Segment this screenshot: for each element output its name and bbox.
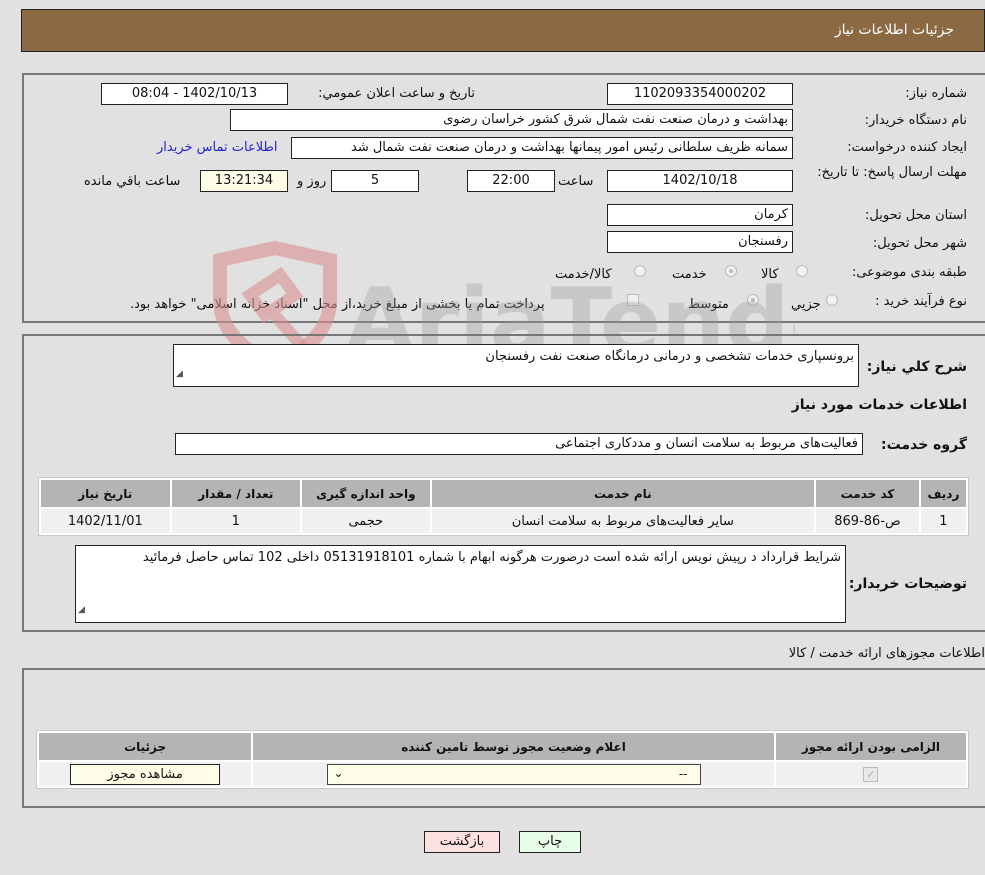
col-unit: واحد اندازه گيری [302,480,430,507]
cell-status: -- ⌄ [253,762,774,786]
category-option-goods-service: کالا/خدمت [555,267,612,282]
cell-name: ساير فعاليت‌های مربوط به سلامت انسان [431,509,815,533]
province-field[interactable]: کرمان [607,204,793,226]
buyer-notes-text: شرایط قرارداد د رپیش نویس ارائه شده است … [142,550,841,565]
buyer-org-field[interactable]: بهداشت و درمان صنعت نفت شمال شرق کشور خر… [230,109,793,131]
permit-status-select[interactable]: -- ⌄ [326,763,701,785]
col-qty: تعداد / مقدار [171,480,301,507]
buyer-org-label: نام دستگاه خريدار: [864,113,967,128]
remaining-time-field: 13:21:34 [200,170,288,192]
need-number-label: شماره نیاز: [905,86,967,101]
announce-datetime-field[interactable]: 1402/10/13 - 08:04 [101,83,288,105]
cell-details: مشاهده مجوز [39,762,252,786]
services-table-header: رديف کد خدمت نام خدمت واحد اندازه گيری ت… [41,480,966,507]
services-table: رديف کد خدمت نام خدمت واحد اندازه گيری ت… [38,477,969,536]
col-status: اعلام وضعيت مجوز توسط تامين کننده [253,733,774,760]
treasury-checkbox[interactable] [627,294,639,306]
service-group-field[interactable]: فعاليت‌های مربوط به سلامت انسان و مددکار… [175,433,863,455]
permits-section-title: اطلاعات مجوزهای ارائه خدمت / کالا [788,646,985,661]
permits-table-header: الزامی بودن ارائه مجوز اعلام وضعيت مجوز … [39,733,966,760]
need-number-field[interactable]: 1102093354000202 [607,83,793,105]
requester-label: ايجاد کننده درخواست: [847,140,967,155]
services-section-title: اطلاعات خدمات مورد نياز [791,397,967,413]
city-label: شهر محل تحويل: [872,236,967,251]
view-permit-button[interactable]: مشاهده مجوز [70,763,221,785]
col-date: تاريخ نياز [41,480,170,507]
description-textarea[interactable]: برونسپاری خدمات تشخصی و درمانی درمانگاه … [173,344,859,387]
cell-required: ✓ [775,762,966,786]
remaining-label: ساعت باقي مانده [84,174,181,189]
deadline-label: مهلت ارسال پاسخ: تا تاريخ: [817,165,967,180]
treasury-note: پرداخت تمام يا بخشی از مبلغ خريد،از محل … [130,297,545,312]
buyer-contact-link[interactable]: اطلاعات تماس خريدار [157,140,277,155]
service-group-label: گروه خدمت: [881,437,967,453]
category-option-service: خدمت [672,267,707,282]
city-field[interactable]: رفسنجان [607,231,793,253]
buyer-notes-textarea[interactable]: شرایط قرارداد د رپیش نویس ارائه شده است … [75,545,846,623]
category-radio-goods-service[interactable] [634,265,646,277]
days-label: روز و [297,174,327,189]
resize-grip-icon[interactable]: ◢ [176,364,183,384]
resize-grip-icon[interactable]: ◢ [78,600,85,620]
page-header: جزئیات اطلاعات نیاز [21,9,985,52]
deadline-time-field[interactable]: 22:00 [467,170,555,192]
print-button[interactable]: چاپ [519,831,581,853]
page-title: جزئیات اطلاعات نیاز [834,22,954,38]
col-code: کد خدمت [816,480,919,507]
cell-qty: 1 [171,509,301,533]
permit-status-value: -- [678,766,688,781]
province-label: استان محل تحويل: [865,208,967,223]
announce-datetime-label: تاریخ و ساعت اعلان عمومي: [318,86,475,101]
purchase-radio-minor[interactable] [826,294,838,306]
required-checkbox: ✓ [863,766,879,782]
table-row: ✓ -- ⌄ مشاهده مجوز [39,762,966,786]
deadline-date-field[interactable]: 1402/10/18 [607,170,793,192]
buyer-notes-label: توضيحات خريدار: [848,576,967,592]
category-radio-goods[interactable] [796,265,808,277]
chevron-down-icon: ⌄ [333,765,344,780]
back-button[interactable]: بازگشت [424,831,500,853]
deadline-time-label: ساعت [558,174,594,189]
description-text: برونسپاری خدمات تشخصی و درمانی درمانگاه … [485,349,854,364]
category-radio-service[interactable] [725,265,737,277]
purchase-type-label: نوع فرآيند خريد : [875,294,967,309]
category-label: طبقه بندی موضوعی: [851,265,967,280]
deadline-days-field[interactable]: 5 [331,170,419,192]
requester-field[interactable]: سمانه ظریف سلطانی رئیس امور پیمانها بهدا… [291,137,793,159]
col-required: الزامی بودن ارائه مجوز [775,733,966,760]
cell-unit: حجمی [302,509,430,533]
cell-date: 1402/11/01 [41,509,170,533]
col-details: جزئيات [39,733,252,760]
purchase-option-minor: جزيي [791,297,821,312]
col-name: نام خدمت [431,480,815,507]
cell-row: 1 [920,509,966,533]
permits-table: الزامی بودن ارائه مجوز اعلام وضعيت مجوز … [36,730,969,789]
category-option-goods: کالا [761,267,779,282]
description-label: شرح کلي نياز: [866,359,967,375]
col-row: رديف [920,480,966,507]
table-row: 1 ص-86-869 ساير فعاليت‌های مربوط به سلام… [41,509,966,533]
cell-code: ص-86-869 [816,509,919,533]
purchase-option-medium: متوسط [688,297,729,312]
purchase-radio-medium[interactable] [747,294,759,306]
